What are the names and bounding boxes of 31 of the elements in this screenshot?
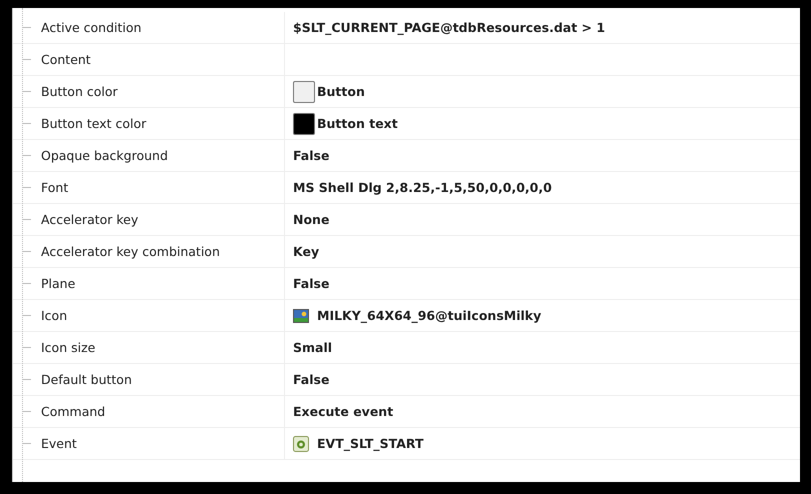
property-value[interactable]: Button bbox=[317, 84, 365, 99]
property-value[interactable]: False bbox=[293, 276, 330, 291]
color-swatch[interactable] bbox=[293, 112, 315, 134]
property-label: Command bbox=[41, 404, 106, 419]
property-label: Content bbox=[41, 52, 91, 67]
property-label: Font bbox=[41, 180, 68, 195]
property-value[interactable]: MILKY_64X64_96@tuiIconsMilky bbox=[317, 308, 542, 323]
property-value[interactable]: Execute event bbox=[293, 404, 394, 419]
property-label: Plane bbox=[41, 276, 76, 291]
property-value[interactable]: EVT_SLT_START bbox=[317, 436, 424, 451]
property-value[interactable]: Button text bbox=[317, 116, 398, 131]
property-label: Event bbox=[41, 436, 77, 451]
color-swatch[interactable] bbox=[293, 80, 315, 102]
property-value[interactable]: Small bbox=[293, 340, 332, 355]
property-value[interactable]: False bbox=[293, 148, 330, 163]
property-value[interactable]: MS Shell Dlg 2,8.25,-1,5,50,0,0,0,0,0 bbox=[293, 180, 552, 195]
property-label: Accelerator key bbox=[41, 212, 138, 227]
property-value[interactable]: $SLT_CURRENT_PAGE@tdbResources.dat > 1 bbox=[293, 20, 606, 35]
property-label: Accelerator key combination bbox=[41, 244, 220, 259]
property-label: Icon bbox=[41, 308, 68, 323]
property-label: Icon size bbox=[41, 340, 96, 355]
event-icon bbox=[293, 436, 309, 452]
property-label: Button text color bbox=[41, 116, 146, 131]
property-label: Active condition bbox=[41, 20, 142, 35]
property-label: Default button bbox=[41, 372, 132, 387]
property-label: Opaque background bbox=[41, 148, 168, 163]
property-value[interactable]: False bbox=[293, 372, 330, 387]
property-value[interactable]: Key bbox=[293, 244, 320, 259]
picture-icon bbox=[293, 308, 309, 324]
property-label: Button color bbox=[41, 84, 118, 99]
property-value[interactable]: None bbox=[293, 212, 330, 227]
